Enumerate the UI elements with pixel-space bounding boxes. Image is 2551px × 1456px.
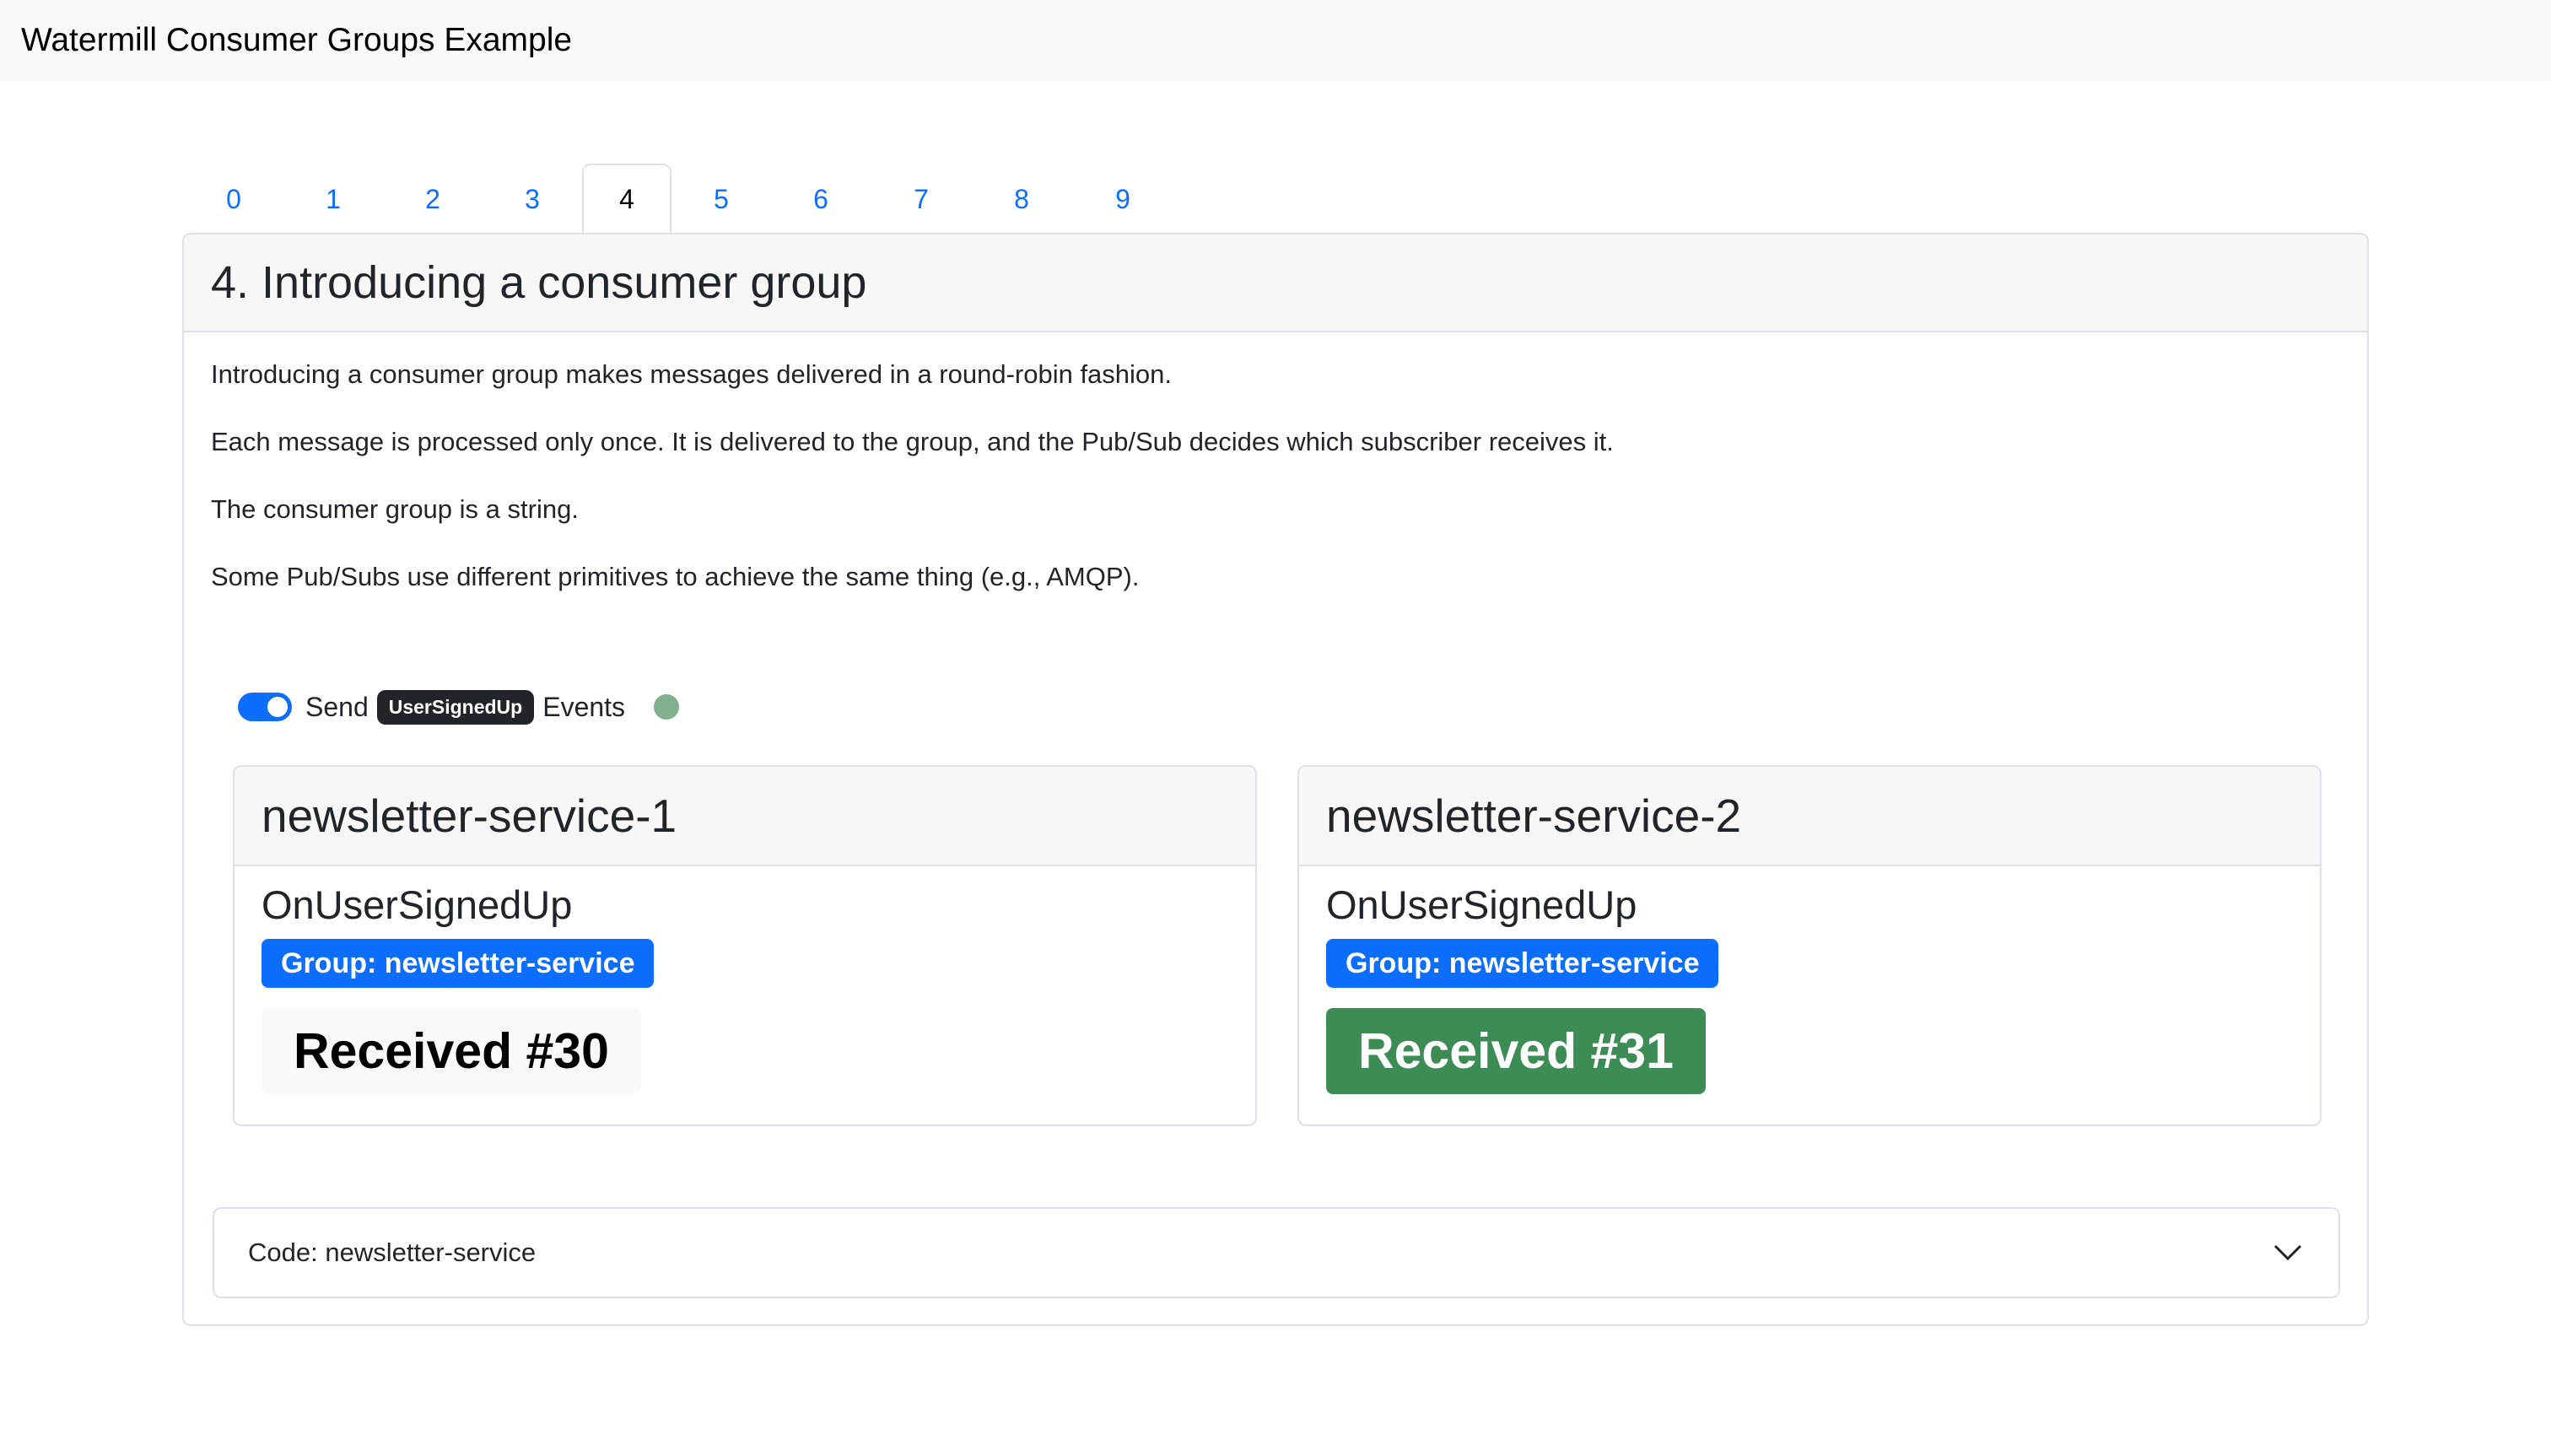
- consumer-group-badge: Group: newsletter-service: [262, 939, 655, 988]
- tab-5[interactable]: 5: [671, 164, 771, 233]
- code-accordion[interactable]: Code: newsletter-service: [213, 1207, 2340, 1298]
- tab-7[interactable]: 7: [871, 164, 972, 233]
- step-description: Introducing a consumer group makes messa…: [211, 358, 2320, 628]
- service-card-1: newsletter-service-1 OnUserSignedUp Grou…: [233, 765, 1257, 1126]
- send-label: Send: [305, 691, 369, 722]
- tab-3[interactable]: 3: [483, 164, 582, 233]
- event-name-badge: UserSignedUp: [376, 689, 535, 725]
- tab-9[interactable]: 9: [1071, 164, 1174, 233]
- description-paragraph: Each message is processed only once. It …: [211, 427, 1614, 456]
- code-accordion-label: Code: newsletter-service: [248, 1238, 537, 1267]
- toggle-knob: [267, 697, 288, 717]
- app-title: Watermill Consumer Groups Example: [21, 22, 573, 58]
- description-paragraph: Introducing a consumer group makes messa…: [211, 359, 1173, 389]
- tab-8[interactable]: 8: [972, 164, 1071, 233]
- tab-2[interactable]: 2: [383, 164, 483, 233]
- consumer-group-badge: Group: newsletter-service: [1326, 939, 1719, 988]
- events-label: Events: [542, 691, 626, 722]
- description-paragraph: The consumer group is a string.: [211, 494, 579, 524]
- top-navbar: Watermill Consumer Groups Example: [0, 0, 2551, 81]
- step-card-header: 4. Introducing a consumer group: [184, 235, 2367, 332]
- step-title: 4. Introducing a consumer group: [211, 257, 867, 308]
- send-events-control: Send UserSignedUp Events: [238, 686, 680, 728]
- tab-0[interactable]: 0: [184, 164, 283, 233]
- description-paragraph: Some Pub/Subs use different primitives t…: [211, 562, 1140, 591]
- chevron-down-icon: [2271, 1236, 2305, 1270]
- step-card: 4. Introducing a consumer group Introduc…: [182, 233, 2369, 1326]
- handler-name: OnUserSignedUp: [262, 882, 573, 927]
- received-counter: Received #31: [1326, 1008, 1706, 1094]
- send-events-toggle[interactable]: [238, 693, 292, 721]
- handler-name: OnUserSignedUp: [1326, 882, 1637, 927]
- service-name: newsletter-service-2: [1299, 767, 2320, 866]
- service-name: newsletter-service-1: [235, 767, 1255, 866]
- tab-6[interactable]: 6: [771, 164, 871, 233]
- step-tabs: 0 1 2 3 4 5 6 7 8 9: [184, 164, 1174, 233]
- tab-4[interactable]: 4: [582, 164, 671, 233]
- received-counter: Received #30: [262, 1008, 641, 1094]
- status-indicator: [654, 694, 680, 720]
- service-card-2: newsletter-service-2 OnUserSignedUp Grou…: [1297, 765, 2322, 1126]
- tab-1[interactable]: 1: [283, 164, 383, 233]
